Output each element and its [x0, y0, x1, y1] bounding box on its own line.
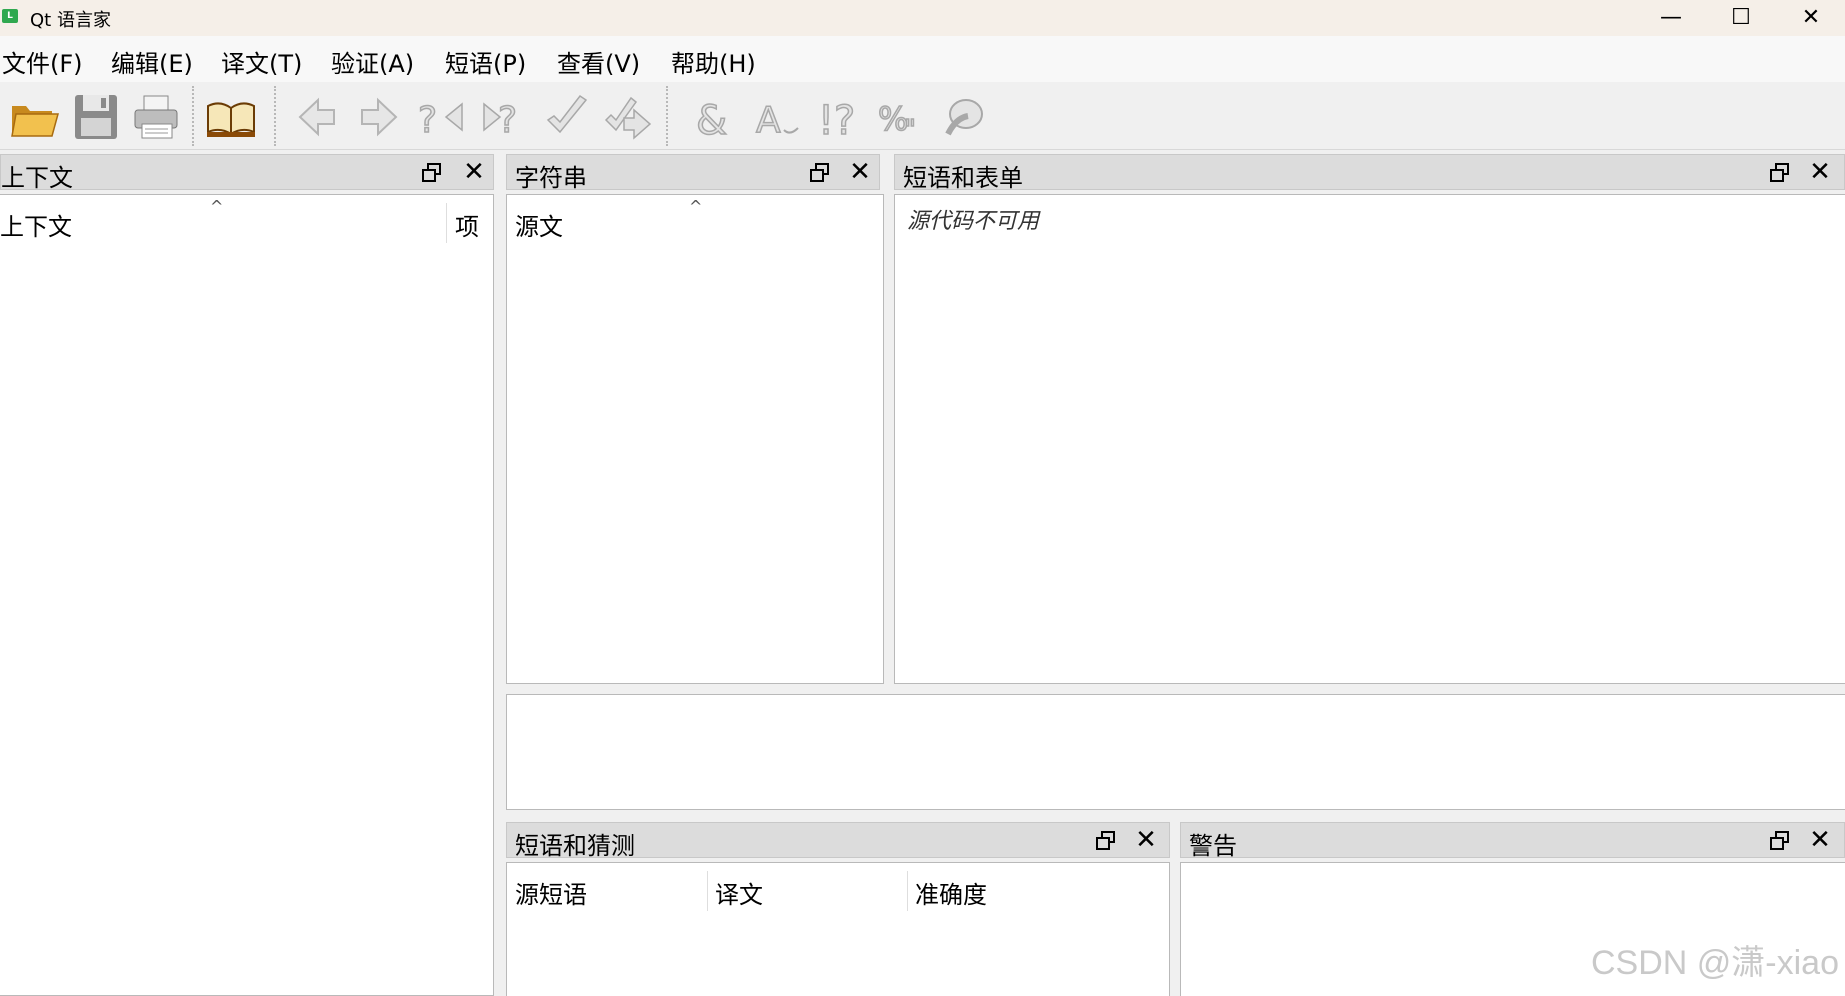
next-arrow-icon[interactable]: [352, 90, 406, 144]
strings-list[interactable]: ^ 源文: [506, 194, 884, 684]
column-header-confidence[interactable]: 准确度: [915, 875, 987, 910]
menu-view[interactable]: 查看(V): [557, 44, 640, 79]
main-toolbar: ? ? & A !? % ": [0, 82, 1845, 150]
phrase-matches-icon[interactable]: !?: [814, 90, 868, 145]
save-icon[interactable]: [70, 90, 124, 144]
menu-phrases[interactable]: 短语(P): [445, 44, 526, 79]
place-marker-icon[interactable]: % ": [876, 90, 930, 146]
svg-text:&: &: [696, 98, 727, 144]
context-panel-header: 上下文 ✕: [0, 154, 494, 192]
column-header-source-phrase[interactable]: 源短语: [515, 875, 587, 910]
float-icon[interactable]: [1769, 830, 1791, 852]
done-and-next-icon[interactable]: [602, 90, 656, 144]
close-icon[interactable]: ✕: [847, 157, 873, 187]
float-icon[interactable]: [809, 162, 831, 184]
svg-text:!?: !?: [818, 98, 855, 144]
phrasebook-book-icon[interactable]: [204, 90, 258, 144]
surrounding-whitespace-icon[interactable]: [938, 90, 992, 144]
sort-ascending-icon: ^: [689, 197, 703, 216]
close-window-button[interactable]: ✕: [1776, 0, 1845, 34]
menu-edit[interactable]: 编辑(E): [111, 44, 193, 79]
svg-text:A: A: [756, 100, 781, 141]
phrases-guesses-panel-header: 短语和猜测 ✕: [506, 822, 1170, 860]
warnings-panel-title: 警告: [1189, 832, 1237, 860]
done-check-icon[interactable]: [540, 90, 594, 144]
float-icon[interactable]: [1769, 162, 1791, 184]
float-icon[interactable]: [421, 162, 443, 184]
prev-unfinished-icon[interactable]: ?: [414, 90, 468, 144]
source-unavailable-text: 源代码不可用: [907, 209, 1040, 234]
column-header-items[interactable]: 项: [455, 207, 479, 242]
menu-help[interactable]: 帮助(H): [671, 44, 756, 79]
strings-panel-title: 字符串: [515, 164, 587, 192]
phrases-forms-panel-title: 短语和表单: [903, 164, 1023, 192]
menu-validation[interactable]: 验证(A): [331, 44, 414, 79]
csdn-watermark: CSDN @潇-xiao: [1591, 944, 1839, 982]
phrases-forms-panel-header: 短语和表单 ✕: [894, 154, 1845, 192]
toolbar-separator: [666, 86, 671, 146]
float-icon[interactable]: [1095, 830, 1117, 852]
menu-file[interactable]: 文件(F): [2, 44, 83, 79]
title-bar: L Qt 语言家 — ☐ ✕: [0, 0, 1845, 36]
next-unfinished-icon[interactable]: ?: [478, 90, 532, 144]
column-divider[interactable]: [907, 871, 908, 911]
column-divider[interactable]: [707, 871, 708, 911]
toolbar-separator: [274, 86, 279, 146]
previous-arrow-icon[interactable]: [290, 90, 344, 144]
close-icon[interactable]: ✕: [1133, 825, 1159, 855]
menu-translation[interactable]: 译文(T): [221, 44, 302, 79]
svg-text:": ": [904, 115, 916, 144]
accelerators-ampersand-icon[interactable]: &: [690, 90, 744, 145]
svg-text:?: ?: [418, 100, 437, 141]
column-header-translation[interactable]: 译文: [715, 875, 763, 910]
menu-bar: 文件(F) 编辑(E) 译文(T) 验证(A) 短语(P) 查看(V) 帮助(H…: [0, 36, 1845, 82]
print-icon[interactable]: [130, 90, 184, 144]
maximize-button[interactable]: ☐: [1706, 0, 1776, 34]
close-icon[interactable]: ✕: [1807, 157, 1833, 187]
context-panel-title: 上下文: [1, 164, 73, 192]
strings-panel-header: 字符串 ✕: [506, 154, 880, 192]
minimize-button[interactable]: —: [1636, 0, 1706, 34]
sort-ascending-icon: ^: [210, 197, 224, 216]
window-title: Qt 语言家: [30, 10, 111, 31]
column-divider[interactable]: [446, 203, 447, 243]
toolbar-separator: [192, 86, 197, 146]
punctuation-icon[interactable]: A: [752, 90, 806, 144]
app-logo-icon: L: [2, 9, 18, 23]
phrases-forms-editor[interactable]: 源代码不可用: [894, 194, 1845, 684]
column-header-source[interactable]: 源文: [515, 207, 563, 242]
phrases-guesses-list[interactable]: 源短语 译文 准确度: [506, 862, 1170, 996]
open-folder-icon[interactable]: [8, 90, 62, 144]
svg-text:?: ?: [498, 100, 517, 141]
linguist-window: L Qt 语言家 — ☐ ✕ 文件(F) 编辑(E) 译文(T) 验证(A) 短…: [0, 0, 1845, 996]
warnings-panel-header: 警告 ✕: [1180, 822, 1845, 860]
phrases-guesses-panel-title: 短语和猜测: [515, 832, 635, 860]
translation-area[interactable]: [506, 694, 1845, 810]
close-icon[interactable]: ✕: [461, 157, 487, 187]
context-list[interactable]: ^ 上下文 项: [0, 194, 494, 996]
column-header-context[interactable]: 上下文: [0, 207, 72, 242]
close-icon[interactable]: ✕: [1807, 825, 1833, 855]
